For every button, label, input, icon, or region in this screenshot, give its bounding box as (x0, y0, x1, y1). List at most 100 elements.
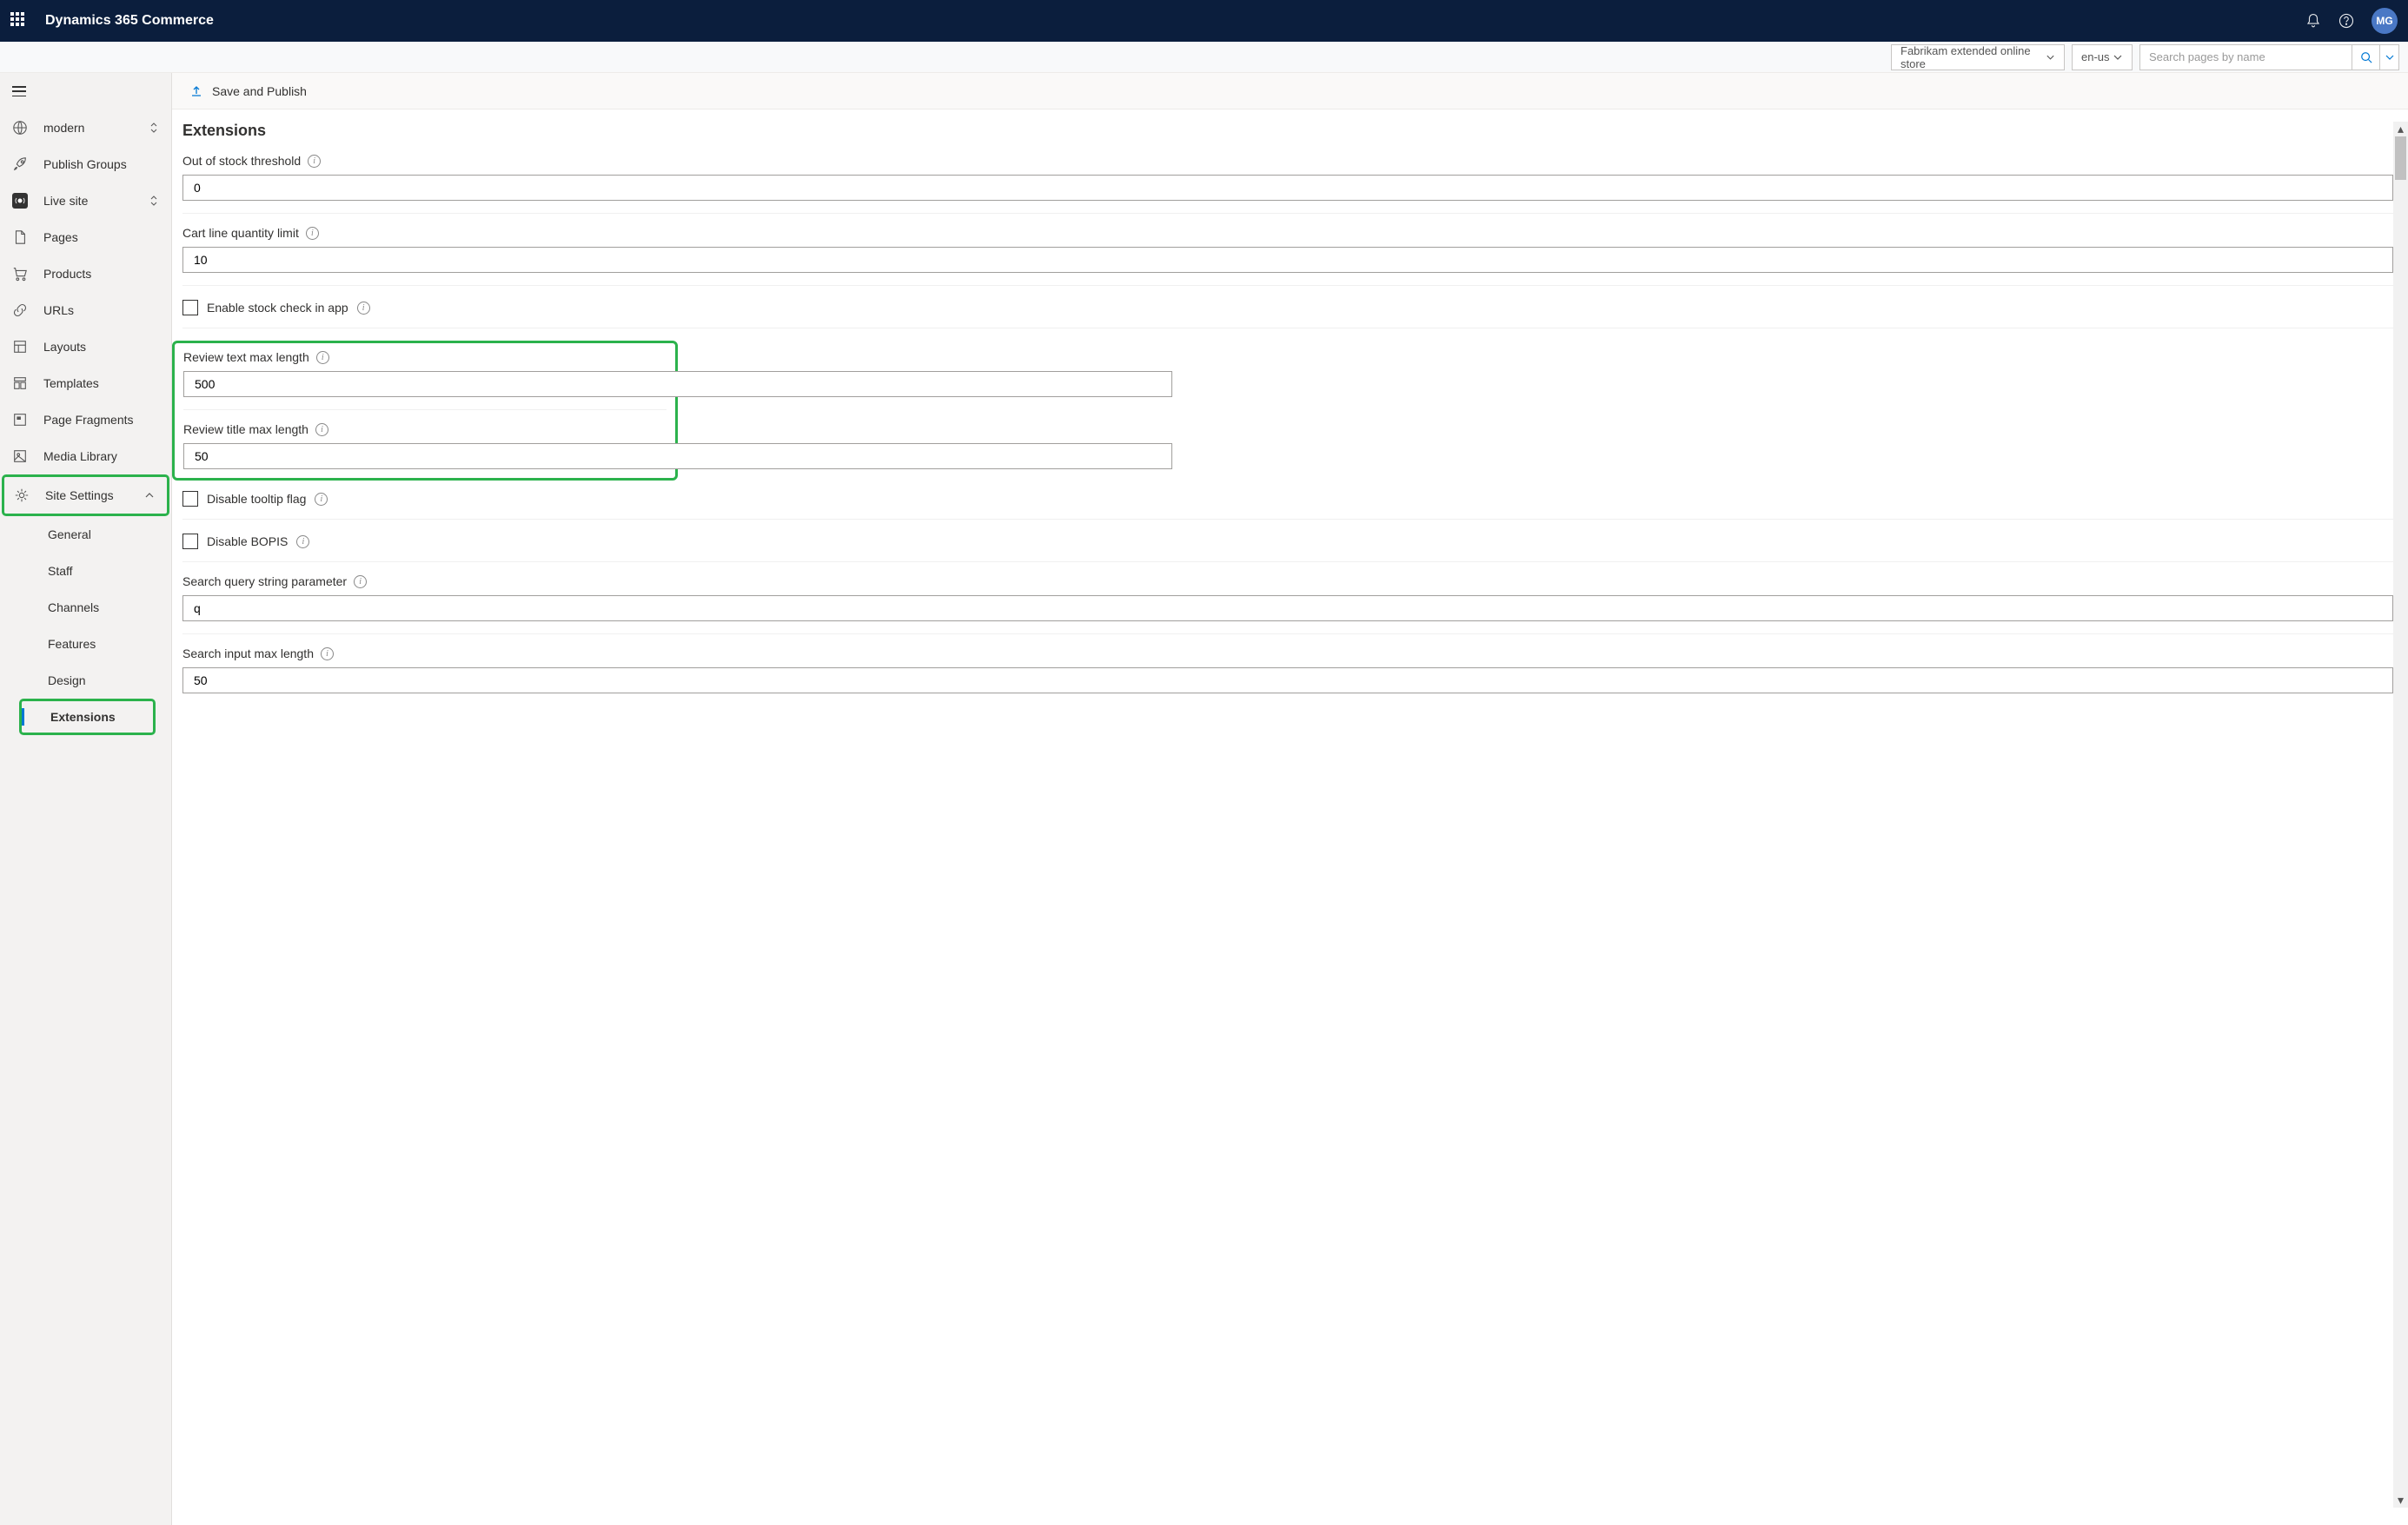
scrollbar[interactable]: ▴ ▾ (2393, 122, 2408, 1508)
sidebar-item-products[interactable]: Products (0, 255, 171, 292)
field-stock-check: Enable stock check in app i (182, 298, 2393, 328)
site-select-label: Fabrikam extended online store (1901, 44, 2046, 70)
hamburger-icon[interactable] (12, 86, 26, 96)
stock-check-checkbox[interactable] (182, 300, 198, 315)
sidebar-item-templates[interactable]: Templates (0, 365, 171, 401)
rocket-icon (12, 156, 28, 172)
avatar[interactable]: MG (2372, 8, 2398, 34)
sidebar-item-label: Live site (43, 194, 88, 208)
out-of-stock-input[interactable] (182, 175, 2393, 201)
sidebar-sub-design[interactable]: Design (0, 662, 171, 699)
app-title: Dynamics 365 Commerce (45, 13, 214, 29)
chevron-down-icon (2046, 52, 2055, 63)
sidebar-item-label: Site Settings (45, 488, 114, 502)
sidebar-item-urls[interactable]: URLs (0, 292, 171, 328)
cart-limit-input[interactable] (182, 247, 2393, 273)
sidebar-item-publish-groups[interactable]: Publish Groups (0, 146, 171, 182)
sidebar-sub-features[interactable]: Features (0, 626, 171, 662)
field-label: Review text max length (183, 350, 309, 364)
content: Extensions Out of stock threshold i Cart… (172, 109, 2408, 1525)
info-icon[interactable]: i (315, 423, 328, 436)
sidebar-item-media[interactable]: Media Library (0, 438, 171, 474)
field-label: Search input max length (182, 646, 314, 660)
help-icon[interactable] (2338, 13, 2354, 29)
sidebar-item-layouts[interactable]: Layouts (0, 328, 171, 365)
caret-down-icon (2385, 53, 2394, 62)
save-publish-button[interactable]: Save and Publish (189, 84, 307, 98)
info-icon[interactable]: i (321, 647, 334, 660)
sidebar-item-label: URLs (43, 303, 74, 317)
field-review-text: Review text max length i (183, 350, 667, 410)
review-text-input[interactable] (183, 371, 1172, 397)
sidebar-sub-label: General (48, 527, 91, 541)
app-launcher-icon[interactable] (10, 12, 28, 30)
main: Save and Publish Extensions Out of stock… (172, 73, 2408, 1525)
subbar: Fabrikam extended online store en-us (0, 42, 2408, 73)
sidebar-item-site-settings[interactable]: Site Settings (4, 477, 167, 514)
command-bar: Save and Publish (172, 73, 2408, 109)
upload-icon (189, 84, 203, 98)
sort-icon (149, 195, 159, 207)
info-icon[interactable]: i (296, 535, 309, 548)
template-icon (12, 375, 28, 391)
checkbox-label: Disable BOPIS (207, 534, 288, 548)
site-select[interactable]: Fabrikam extended online store (1891, 44, 2065, 70)
sidebar-item-label: Products (43, 267, 91, 281)
info-icon[interactable]: i (315, 493, 328, 506)
info-icon[interactable]: i (308, 155, 321, 168)
sidebar-sub-label: Extensions (50, 710, 116, 724)
burger-row (0, 73, 171, 109)
cart-icon (12, 266, 28, 282)
locale-select[interactable]: en-us (2072, 44, 2133, 70)
sidebar: modern Publish Groups Live site Pages Pr… (0, 73, 172, 1525)
sidebar-site-picker[interactable]: modern (0, 109, 171, 146)
chevron-up-icon (144, 490, 155, 501)
sidebar-sub-channels[interactable]: Channels (0, 589, 171, 626)
info-icon[interactable]: i (357, 302, 370, 315)
sidebar-sub-general[interactable]: General (0, 516, 171, 553)
sidebar-item-live-site[interactable]: Live site (0, 182, 171, 219)
page-icon (12, 229, 28, 245)
sort-icon (149, 122, 159, 134)
sidebar-item-fragments[interactable]: Page Fragments (0, 401, 171, 438)
sidebar-sub-label: Design (48, 673, 86, 687)
review-title-input[interactable] (183, 443, 1172, 469)
disable-bopis-checkbox[interactable] (182, 534, 198, 549)
field-disable-tooltip: Disable tooltip flag i (182, 489, 2393, 520)
info-icon[interactable]: i (354, 575, 367, 588)
search-input[interactable] (2139, 44, 2352, 70)
field-label: Cart line quantity limit (182, 226, 299, 240)
field-label: Out of stock threshold (182, 154, 301, 168)
checkbox-label: Disable tooltip flag (207, 492, 306, 506)
scroll-thumb[interactable] (2395, 136, 2406, 180)
chevron-down-icon (2113, 52, 2123, 63)
scroll-up-icon[interactable]: ▴ (2393, 122, 2408, 136)
disable-tooltip-checkbox[interactable] (182, 491, 198, 507)
live-icon (12, 193, 28, 209)
search-param-input[interactable] (182, 595, 2393, 621)
field-cart-limit: Cart line quantity limit i (182, 226, 2393, 286)
field-label: Search query string parameter (182, 574, 347, 588)
field-out-of-stock: Out of stock threshold i (182, 154, 2393, 214)
bell-icon[interactable] (2305, 13, 2321, 29)
save-publish-label: Save and Publish (212, 84, 307, 98)
field-disable-bopis: Disable BOPIS i (182, 532, 2393, 562)
sidebar-item-label: Media Library (43, 449, 117, 463)
scroll-down-icon[interactable]: ▾ (2393, 1493, 2408, 1508)
search-max-input[interactable] (182, 667, 2393, 693)
sidebar-item-label: modern (43, 121, 84, 135)
topbar: Dynamics 365 Commerce MG (0, 0, 2408, 42)
search-more-button[interactable] (2380, 44, 2399, 70)
fragment-icon (12, 412, 28, 428)
sidebar-item-pages[interactable]: Pages (0, 219, 171, 255)
gear-icon (14, 487, 30, 503)
sidebar-item-label: Page Fragments (43, 413, 134, 427)
info-icon[interactable]: i (306, 227, 319, 240)
sidebar-sub-staff[interactable]: Staff (0, 553, 171, 589)
info-icon[interactable]: i (316, 351, 329, 364)
sidebar-sub-label: Staff (48, 564, 73, 578)
search-button[interactable] (2352, 44, 2380, 70)
field-search-max: Search input max length i (182, 646, 2393, 706)
globe-icon (12, 120, 28, 136)
sidebar-sub-extensions[interactable]: Extensions (19, 699, 156, 735)
